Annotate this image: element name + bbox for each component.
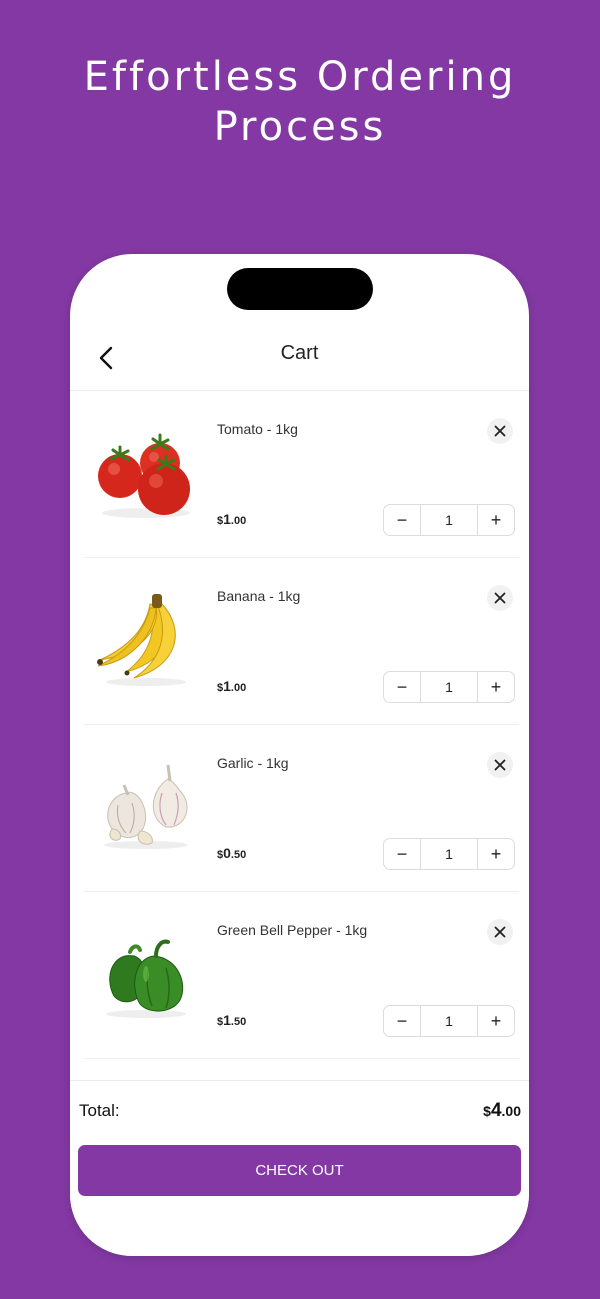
item-name: Garlic - 1kg — [217, 755, 289, 771]
quantity-stepper: − 1 + — [383, 504, 515, 536]
quantity-value: 1 — [420, 672, 478, 702]
price-cents: .00 — [230, 682, 247, 694]
top-bar: Cart — [70, 324, 529, 391]
increase-quantity-button[interactable]: + — [478, 839, 514, 869]
price-main: 1 — [223, 678, 231, 694]
page-title: Cart — [280, 342, 319, 364]
total-label: Total: — [79, 1101, 120, 1120]
cart-item: Banana - 1kg $1.00 − 1 + — [84, 558, 519, 725]
cart-list: Tomato - 1kg $1.00 − 1 + Banana - 1kg $1… — [70, 391, 529, 1059]
decrease-quantity-button[interactable]: − — [384, 672, 420, 702]
item-name: Green Bell Pepper - 1kg — [217, 922, 368, 938]
total-currency: $ — [483, 1103, 491, 1119]
item-price: $1.00 — [217, 678, 246, 694]
quantity-value: 1 — [420, 1006, 478, 1036]
close-icon — [494, 926, 506, 938]
item-price: $1.00 — [217, 511, 246, 527]
increase-quantity-button[interactable]: + — [478, 505, 514, 535]
item-price: $1.50 — [217, 1012, 246, 1028]
quantity-value: 1 — [420, 505, 478, 535]
headline-line-1: Effortless Ordering — [83, 54, 517, 100]
remove-item-button[interactable] — [487, 418, 513, 444]
headline: Effortless Ordering Process — [0, 52, 600, 152]
price-cents: .50 — [230, 1016, 247, 1028]
remove-item-button[interactable] — [487, 585, 513, 611]
price-cents: .00 — [230, 515, 247, 527]
item-price: $0.50 — [217, 845, 246, 861]
quantity-value: 1 — [420, 839, 478, 869]
phone-frame: Cart Tomato - 1kg $1.00 − 1 + Banana - 1… — [70, 254, 529, 1256]
increase-quantity-button[interactable]: + — [478, 672, 514, 702]
green-bell-pepper-image — [90, 922, 202, 1022]
remove-item-button[interactable] — [487, 752, 513, 778]
total-value: $4.00 — [483, 1100, 521, 1122]
price-main: 0 — [223, 845, 231, 861]
decrease-quantity-button[interactable]: − — [384, 839, 420, 869]
item-name: Banana - 1kg — [217, 588, 301, 604]
close-icon — [494, 425, 506, 437]
cart-item: Green Bell Pepper - 1kg $1.50 − 1 + — [84, 892, 519, 1059]
price-main: 1 — [223, 1012, 231, 1028]
total-cents: .00 — [501, 1103, 521, 1119]
garlic-image — [90, 755, 202, 855]
decrease-quantity-button[interactable]: − — [384, 1006, 420, 1036]
quantity-stepper: − 1 + — [383, 1005, 515, 1037]
checkout-button[interactable]: CHECK OUT — [78, 1145, 521, 1196]
close-icon — [494, 592, 506, 604]
increase-quantity-button[interactable]: + — [478, 1006, 514, 1036]
tomato-image — [90, 421, 202, 521]
close-icon — [494, 759, 506, 771]
quantity-stepper: − 1 + — [383, 838, 515, 870]
dynamic-island — [227, 268, 373, 310]
price-cents: .50 — [230, 849, 247, 861]
cart-item: Tomato - 1kg $1.00 − 1 + — [84, 391, 519, 558]
cart-item: Garlic - 1kg $0.50 − 1 + — [84, 725, 519, 892]
decrease-quantity-button[interactable]: − — [384, 505, 420, 535]
headline-line-2: Process — [213, 104, 387, 150]
price-main: 1 — [223, 511, 231, 527]
item-name: Tomato - 1kg — [217, 421, 298, 437]
remove-item-button[interactable] — [487, 919, 513, 945]
banana-image — [90, 588, 202, 688]
quantity-stepper: − 1 + — [383, 671, 515, 703]
cart-footer: Total: $4.00 CHECK OUT — [70, 1080, 529, 1256]
total-main: 4 — [490, 1100, 502, 1121]
